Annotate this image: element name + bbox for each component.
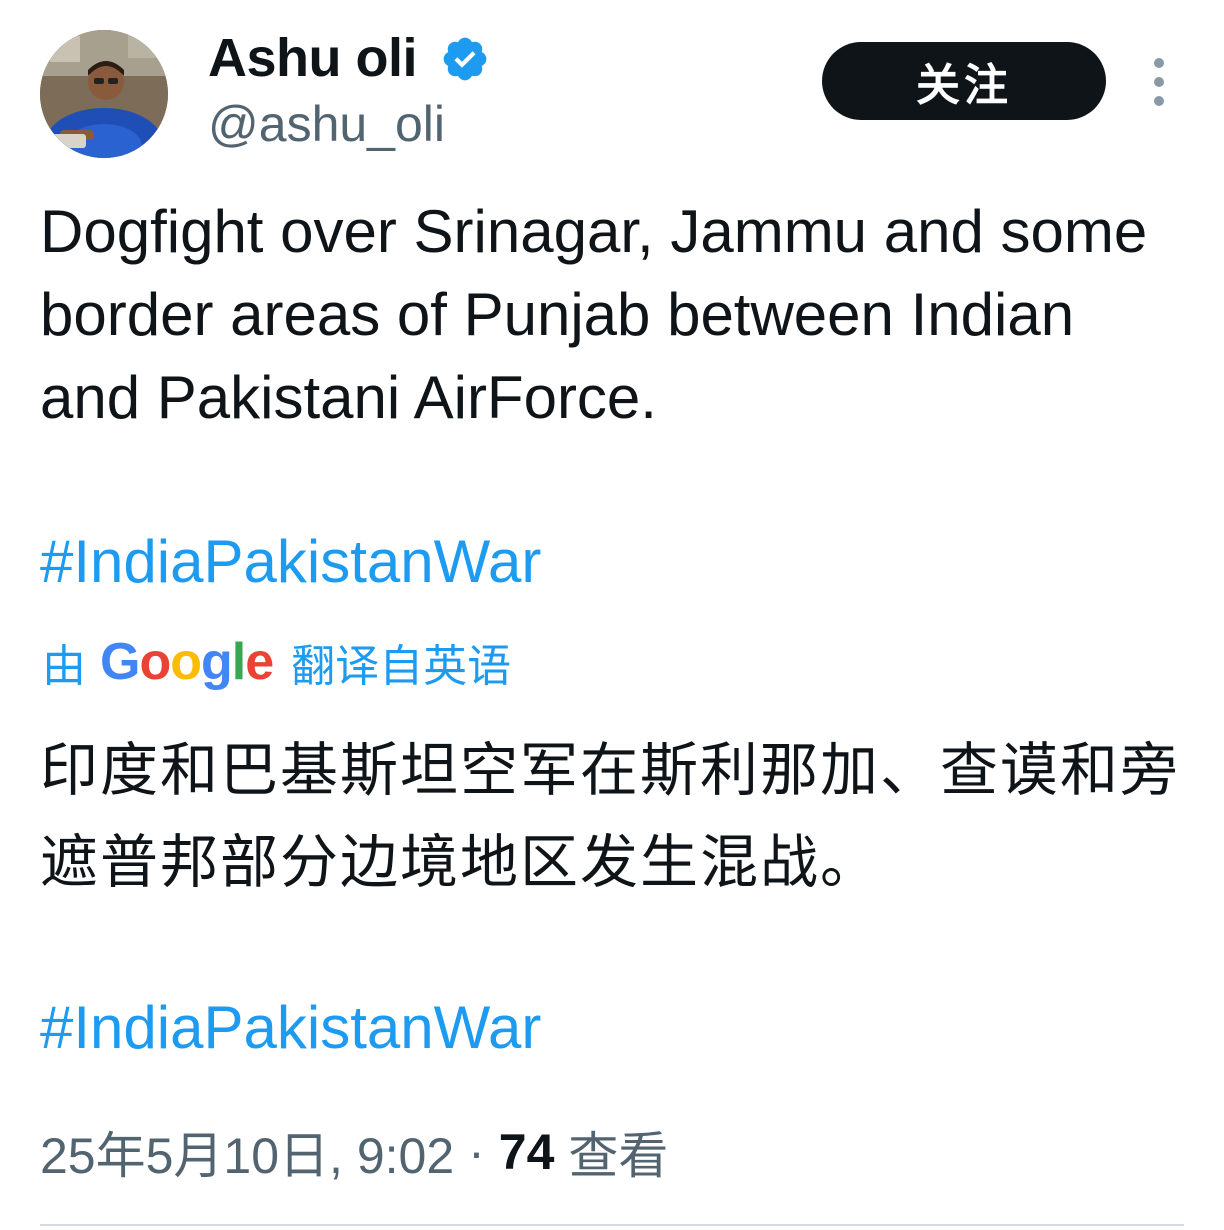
divider	[40, 1224, 1184, 1226]
more-dot	[1154, 96, 1164, 106]
verified-badge-icon	[443, 37, 487, 81]
tweet-card: Ashu oli @ashu_oli 关注 Dogfight over Srin…	[0, 0, 1224, 1230]
translation-suffix: 翻译自英语	[291, 642, 512, 691]
translation-prefix: 由	[42, 642, 86, 691]
translated-text: 印度和巴基斯坦空军在斯利那加、查谟和旁遮普邦部分边境地区发生混战。	[40, 738, 1181, 895]
translated-hashtag-link[interactable]: #IndiaPakistanWar	[40, 993, 541, 1063]
hashtag-link[interactable]: #IndiaPakistanWar	[40, 527, 541, 597]
google-logo: Google	[100, 633, 274, 691]
views-count: 74	[498, 1124, 555, 1180]
avatar-photo-icon	[40, 30, 168, 158]
follow-button[interactable]: 关注	[822, 42, 1106, 120]
views-label: 查看	[568, 1128, 669, 1184]
tweet-text: Dogfight over Srinagar, Jammu and some b…	[40, 198, 1148, 431]
author-handle[interactable]: @ashu_oli	[208, 96, 445, 152]
timestamp[interactable]: 25年5月10日, 9:02	[40, 1116, 454, 1188]
tweet-meta: 25年5月10日, 9:02 · 74 查看	[40, 1120, 668, 1184]
author-display-name[interactable]: Ashu oli	[208, 28, 418, 88]
translation-attribution[interactable]: 由 Google 翻译自英语	[42, 632, 511, 692]
more-dot	[1154, 58, 1164, 68]
more-vertical-icon[interactable]	[1146, 58, 1172, 106]
meta-separator: ·	[468, 1124, 485, 1180]
more-dot	[1154, 77, 1164, 87]
avatar[interactable]	[40, 30, 168, 158]
